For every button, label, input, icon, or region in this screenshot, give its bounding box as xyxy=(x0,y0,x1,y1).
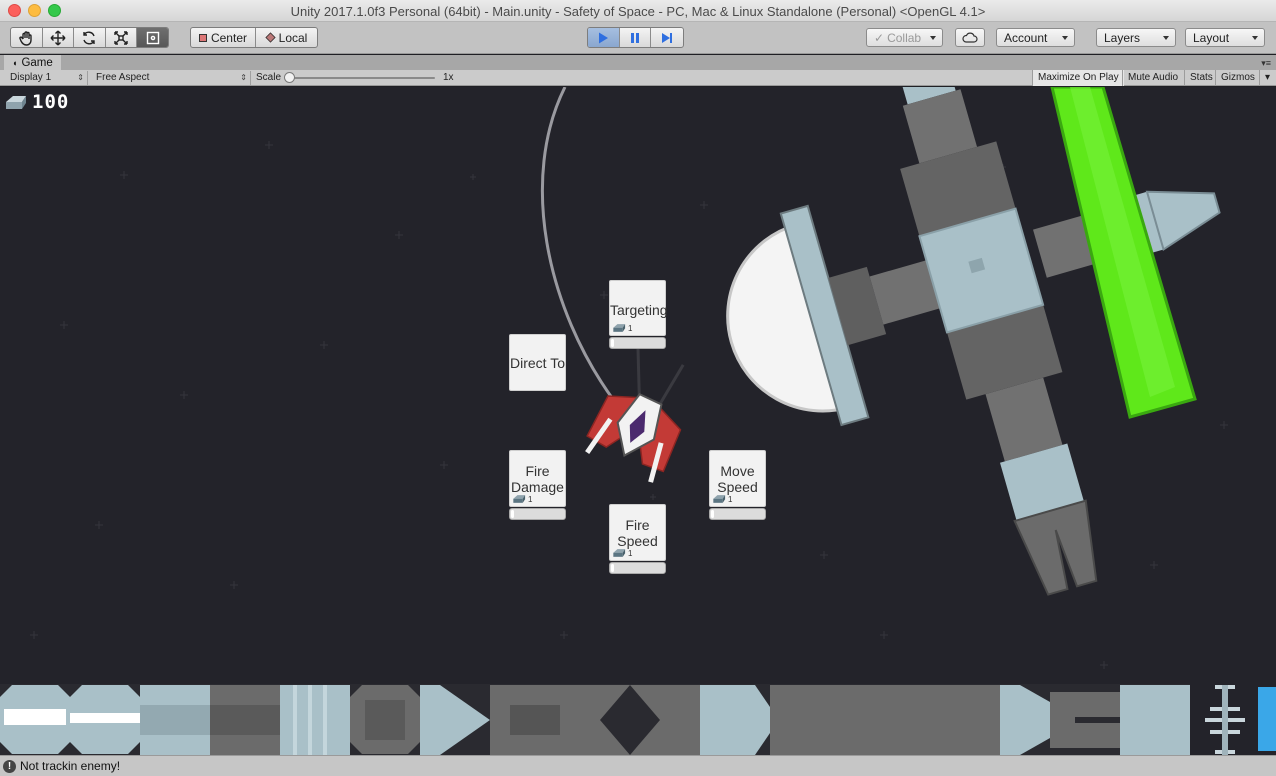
upgrade-cost: 1 xyxy=(612,548,632,558)
window-titlebar: Unity 2017.1.0f3 Personal (64bit) - Main… xyxy=(0,0,1276,22)
game-view-toolbar: Display 1 ⇕ Free Aspect ⇕ Scale 1x Maxim… xyxy=(0,70,1276,86)
collab-label: Collab xyxy=(887,30,922,45)
tab-game[interactable]: ◖ Game xyxy=(4,55,61,70)
upgrade-targeting-button[interactable]: Targeting 1 xyxy=(609,280,668,336)
rect-transform-icon xyxy=(146,31,159,44)
rotate-tool-button[interactable] xyxy=(74,28,106,47)
game-viewport[interactable]: 100 Targeting 1 Direct To Fire Damage 1 … xyxy=(0,87,1276,755)
display-label: Display 1 xyxy=(10,72,52,83)
gizmos-label: Gizmos xyxy=(1221,72,1255,83)
updown-arrows-icon: ⇕ xyxy=(77,73,84,82)
upgrade-cost-value: 1 xyxy=(628,549,633,558)
console-status-bar[interactable]: ! Not trackin enemy! xyxy=(0,755,1276,776)
scale-value: 1x xyxy=(443,72,454,83)
chevron-down-icon xyxy=(1252,36,1258,40)
upgrade-cost: 1 xyxy=(712,494,732,504)
scale-tool-button[interactable] xyxy=(106,28,138,47)
metal-ingot-icon xyxy=(613,549,626,557)
upgrade-targeting-progress xyxy=(609,337,666,349)
status-message: Not trackin enemy! xyxy=(20,759,121,773)
aspect-dropdown[interactable]: Free Aspect ⇕ xyxy=(91,71,251,85)
updown-arrows-icon: ⇕ xyxy=(240,73,247,82)
window-title: Unity 2017.1.0f3 Personal (64bit) - Main… xyxy=(290,4,986,19)
play-button[interactable] xyxy=(588,28,620,47)
info-icon: ! xyxy=(3,759,16,773)
metal-ingot-icon xyxy=(513,495,526,503)
layers-label: Layers xyxy=(1104,30,1141,45)
upgrade-fire-damage-progress xyxy=(509,508,566,520)
tab-menu-icon[interactable]: ▾≡ xyxy=(1261,58,1271,69)
upgrade-move-speed-progress xyxy=(709,508,766,520)
hand-tool-button[interactable] xyxy=(11,28,43,47)
pause-button[interactable] xyxy=(620,28,652,47)
part-palette xyxy=(0,684,1276,755)
scale-slider-handle[interactable] xyxy=(284,72,295,83)
upgrade-label: Fire Speed xyxy=(617,517,658,549)
upgrade-cost-value: 1 xyxy=(528,495,533,504)
pivot-center-icon xyxy=(199,33,207,42)
stats-toggle[interactable]: Stats xyxy=(1184,70,1218,86)
scale-label: Scale xyxy=(256,72,282,83)
direct-to-button[interactable]: Direct To xyxy=(509,334,566,391)
rotate-icon xyxy=(83,31,96,44)
metal-ingot-icon xyxy=(613,324,626,332)
collab-check-icon: ✓ xyxy=(874,30,885,45)
tab-game-label: Game xyxy=(21,56,53,69)
upgrade-fire-damage-button[interactable]: Fire Damage 1 xyxy=(509,450,566,507)
step-icon xyxy=(662,32,673,43)
scale-slider-track[interactable] xyxy=(287,77,435,79)
transform-tools xyxy=(10,27,169,48)
layout-label: Layout xyxy=(1193,30,1230,45)
upgrade-cost: 1 xyxy=(612,323,632,333)
step-button[interactable] xyxy=(651,28,683,47)
play-icon xyxy=(599,32,609,43)
cloud-icon xyxy=(962,32,978,43)
upgrade-fire-speed-button[interactable]: Fire Speed 1 xyxy=(609,504,666,561)
pivot-local-button[interactable]: Local xyxy=(256,28,317,47)
mute-audio-toggle[interactable]: Mute Audio xyxy=(1122,70,1183,86)
pause-icon xyxy=(631,32,639,43)
local-cube-icon xyxy=(265,32,276,43)
move-arrows-icon xyxy=(50,30,66,45)
game-tab-bar: ◖ Game ▾≡ xyxy=(0,55,1276,70)
cloud-services-button[interactable] xyxy=(955,28,985,47)
game-scene xyxy=(0,87,1276,755)
layout-dropdown[interactable]: Layout xyxy=(1185,28,1265,47)
aspect-label: Free Aspect xyxy=(96,72,150,83)
upgrade-move-speed-button[interactable]: Move Speed 1 xyxy=(709,450,766,507)
collab-dropdown[interactable]: ✓ Collab xyxy=(866,28,943,47)
metal-ingot-icon xyxy=(713,495,726,503)
upgrade-cost: 1 xyxy=(512,494,532,504)
playback-controls xyxy=(587,27,684,48)
upgrade-label: Fire Damage xyxy=(511,463,564,495)
rect-tool-button[interactable] xyxy=(137,28,168,47)
game-controller-icon: ◖ xyxy=(12,57,18,68)
upgrade-label: Direct To xyxy=(510,355,565,371)
scale-icon xyxy=(114,30,128,45)
account-label: Account xyxy=(1004,30,1048,45)
upgrade-cost-value: 1 xyxy=(728,495,733,504)
upgrade-fire-speed-progress xyxy=(609,562,666,574)
pivot-center-label: Center xyxy=(210,30,247,45)
layers-dropdown[interactable]: Layers xyxy=(1096,28,1176,47)
account-dropdown[interactable]: Account xyxy=(996,28,1075,47)
gizmos-dropdown[interactable]: Gizmos xyxy=(1215,70,1260,86)
chevron-down-icon xyxy=(1163,36,1169,40)
chevron-down-icon xyxy=(1062,36,1068,40)
hand-icon xyxy=(19,30,32,46)
upgrade-cost-value: 1 xyxy=(628,324,633,333)
gizmos-menu-arrow[interactable]: ▾ xyxy=(1259,70,1276,86)
pivot-toggles: Center Local xyxy=(190,27,318,48)
maximize-on-play-toggle[interactable]: Maximize On Play xyxy=(1032,70,1124,86)
upgrade-label: Targeting xyxy=(610,302,668,318)
main-toolbar: Center Local ✓ Collab Account Layers Lay… xyxy=(0,22,1276,54)
display-dropdown[interactable]: Display 1 ⇕ xyxy=(5,71,88,85)
player-ship xyxy=(585,343,685,483)
pivot-local-label: Local xyxy=(278,30,308,45)
upgrade-label: Move Speed xyxy=(717,463,758,495)
chevron-down-icon xyxy=(930,36,936,40)
move-tool-button[interactable] xyxy=(43,28,75,47)
pivot-center-button[interactable]: Center xyxy=(191,28,256,47)
